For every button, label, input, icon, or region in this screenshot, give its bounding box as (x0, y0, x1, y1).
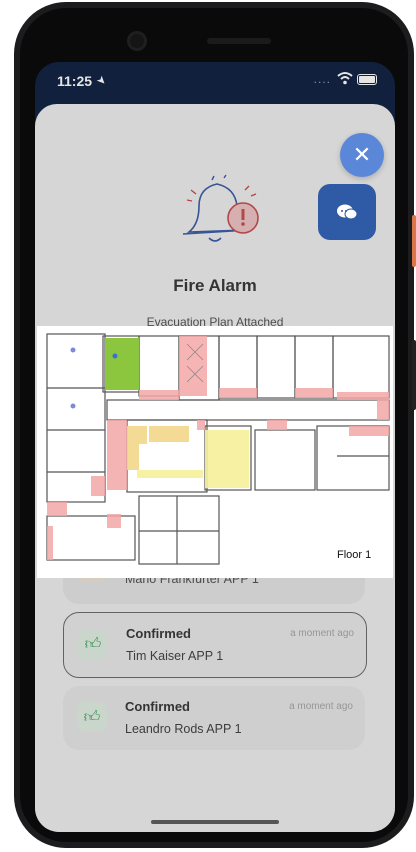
chat-bubbles-icon (337, 204, 358, 220)
home-indicator[interactable] (151, 820, 279, 824)
wifi-icon (337, 72, 353, 85)
confirmation-status: Confirmed (126, 626, 191, 641)
confirmation-card[interactable]: 👍︎ Confirmed a moment ago Tim Kaiser APP… (63, 612, 367, 678)
close-icon: ✕ (352, 142, 372, 167)
confirmation-name: Tim Kaiser APP 1 (126, 649, 224, 663)
thumbs-up-icon: 👍︎ (77, 702, 107, 732)
confirmation-name: Leandro Rods APP 1 (125, 722, 242, 736)
alarm-title: Fire Alarm (173, 276, 257, 295)
confirmation-card[interactable]: 👍︎ Confirmed a moment ago Leandro Rods A… (63, 686, 365, 750)
close-button[interactable]: ✕ (340, 133, 384, 177)
phone-screen: 11:25 ➤ .... Fire Alarm Evacuation Plan … (35, 62, 395, 832)
navigation-arrow-icon: ➤ (93, 73, 109, 89)
battery-icon (357, 74, 377, 85)
confirmation-time: a moment ago (290, 628, 354, 639)
alarm-bell-icon (179, 174, 265, 254)
signal-dots: .... (313, 72, 331, 86)
confirmation-status: Confirmed (125, 699, 190, 714)
status-time: 11:25 (57, 73, 93, 89)
chat-button[interactable] (318, 184, 376, 240)
volume-button (412, 340, 416, 410)
earpiece-speaker (207, 38, 271, 44)
confirmation-time: a moment ago (289, 701, 353, 712)
floor-label: Floor 1 (337, 549, 371, 561)
front-camera (127, 31, 147, 51)
power-button (412, 215, 416, 267)
thumbs-up-icon: 👍︎ (78, 629, 108, 659)
floor-plan-map: Floor 1 (37, 326, 393, 578)
evacuation-floor-plan[interactable]: Floor 1 (37, 326, 393, 578)
status-bar: 11:25 ➤ .... (35, 62, 395, 102)
